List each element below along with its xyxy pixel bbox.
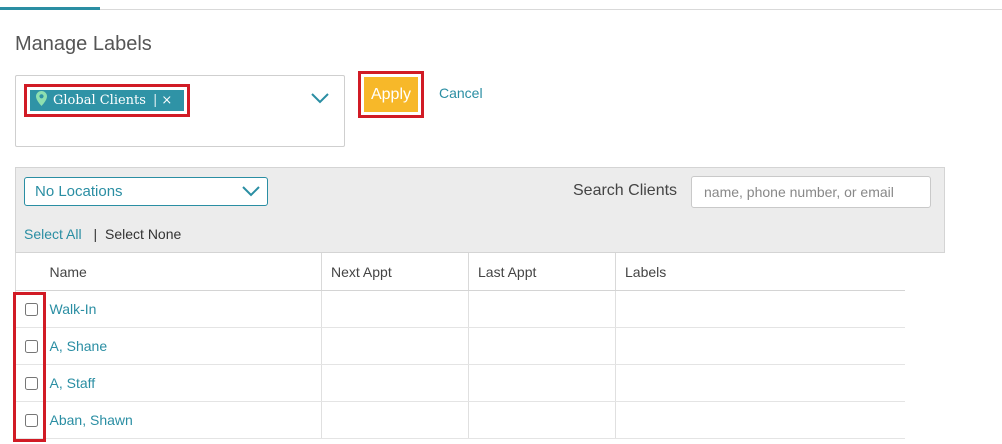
client-name-link[interactable]: Aban, Shawn	[50, 412, 133, 428]
apply-button[interactable]: Apply	[364, 77, 418, 112]
row-checkbox-cell	[15, 364, 46, 402]
header-next-appt[interactable]: Next Appt	[321, 252, 469, 291]
name-cell: Walk-In	[45, 290, 322, 328]
clients-table: Name Next Appt Last Appt Labels Walk-In …	[15, 252, 945, 439]
label-tag-global-clients[interactable]: Global Clients | ×	[30, 90, 184, 111]
label-picker[interactable]: Global Clients | ×	[15, 75, 345, 147]
next-appt-cell	[321, 290, 469, 328]
name-cell: A, Staff	[45, 364, 322, 402]
chevron-down-icon[interactable]	[310, 91, 330, 105]
table-row[interactable]: A, Shane	[15, 327, 945, 365]
search-clients-input[interactable]	[691, 176, 931, 208]
select-none-link[interactable]: Select None	[105, 226, 181, 242]
row-checkbox[interactable]	[25, 340, 38, 353]
labels-cell	[615, 401, 945, 439]
chevron-down-icon	[241, 184, 261, 198]
tag-remove-icon[interactable]: ×	[161, 93, 172, 108]
row-checkbox-cell	[15, 327, 46, 365]
cancel-link[interactable]: Cancel	[439, 85, 483, 101]
row-checkbox-cell	[15, 290, 46, 328]
location-select-value: No Locations	[35, 183, 123, 200]
page-title: Manage Labels	[15, 33, 152, 55]
last-appt-cell	[468, 327, 616, 365]
labels-cell	[615, 327, 945, 365]
map-pin-icon	[36, 91, 47, 110]
table-row[interactable]: Aban, Shawn	[15, 401, 945, 439]
table-edge-mask	[905, 290, 945, 444]
client-filter-panel: No Locations Search Clients Select All |…	[15, 167, 945, 252]
tag-highlight-box: Global Clients | ×	[24, 84, 190, 117]
table-header-row: Name Next Appt Last Appt Labels	[15, 252, 945, 291]
search-clients-label: Search Clients	[573, 182, 678, 199]
tag-label: Global Clients	[53, 93, 146, 108]
table-row[interactable]: A, Staff	[15, 364, 945, 402]
row-checkbox[interactable]	[25, 377, 38, 390]
header-name[interactable]: Name	[45, 252, 322, 291]
select-all-link[interactable]: Select All	[24, 226, 82, 242]
labels-cell	[615, 364, 945, 402]
active-tab-indicator	[0, 7, 100, 10]
name-cell: Aban, Shawn	[45, 401, 322, 439]
next-appt-cell	[321, 401, 469, 439]
top-divider	[0, 9, 1002, 10]
client-name-link[interactable]: A, Staff	[50, 375, 96, 391]
apply-highlight-box: Apply	[358, 71, 424, 118]
last-appt-cell	[468, 364, 616, 402]
selection-separator: |	[93, 226, 98, 242]
last-appt-cell	[468, 290, 616, 328]
row-checkbox[interactable]	[25, 303, 38, 316]
header-labels[interactable]: Labels	[615, 252, 945, 291]
header-checkbox-cell	[15, 252, 46, 291]
header-last-appt[interactable]: Last Appt	[468, 252, 616, 291]
tag-separator: |	[152, 93, 158, 108]
row-checkbox-cell	[15, 401, 46, 439]
client-name-link[interactable]: Walk-In	[50, 301, 97, 317]
next-appt-cell	[321, 364, 469, 402]
labels-cell	[615, 290, 945, 328]
client-name-link[interactable]: A, Shane	[50, 338, 108, 354]
name-cell: A, Shane	[45, 327, 322, 365]
row-checkbox[interactable]	[25, 414, 38, 427]
location-select[interactable]: No Locations	[24, 177, 268, 206]
last-appt-cell	[468, 401, 616, 439]
next-appt-cell	[321, 327, 469, 365]
selection-controls: Select All | Select None	[24, 226, 181, 242]
table-row[interactable]: Walk-In	[15, 290, 945, 328]
